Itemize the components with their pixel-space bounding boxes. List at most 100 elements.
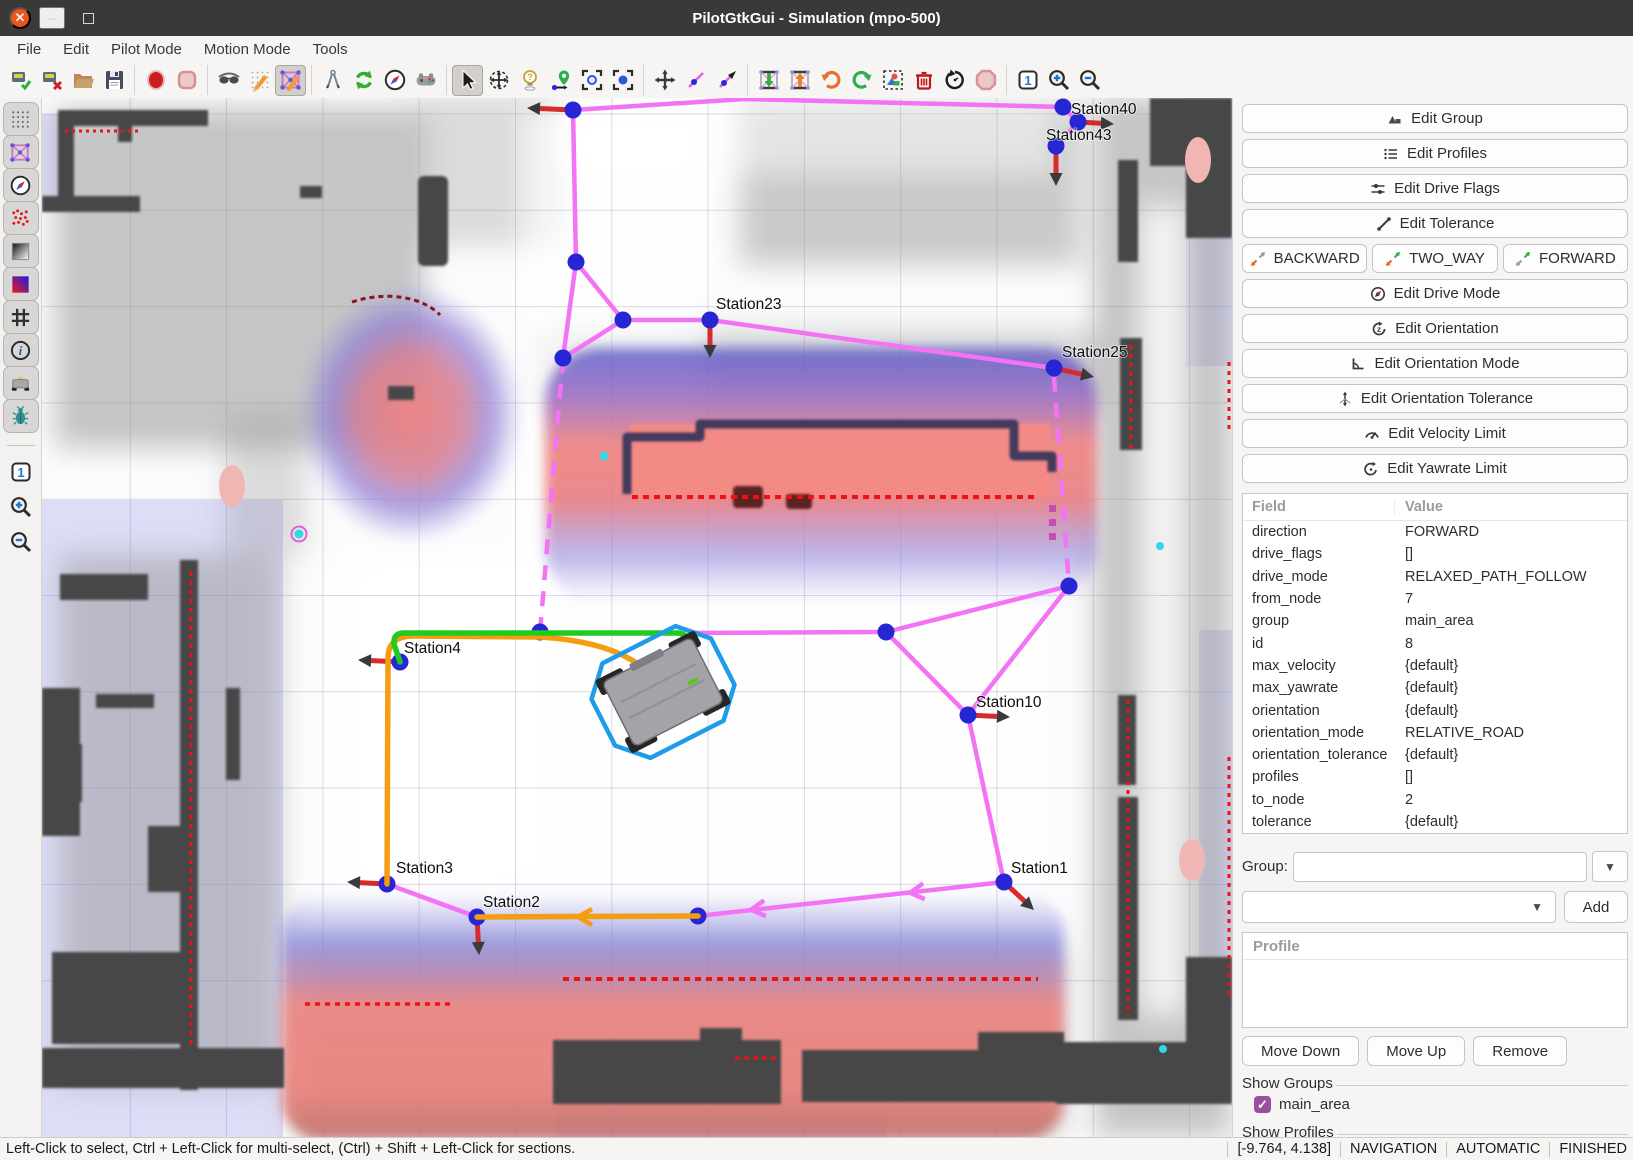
show-debug-icon[interactable] (3, 399, 39, 433)
table-row-to_node[interactable]: to_node2 (1243, 789, 1627, 811)
open-file-icon[interactable] (67, 65, 98, 96)
page-one-icon[interactable]: 1 (1012, 65, 1043, 96)
table-row-orientation_tolerance[interactable]: orientation_tolerance{default} (1243, 744, 1627, 766)
edit-velocity-limit-button[interactable]: Edit Velocity Limit (1242, 419, 1628, 448)
group-input[interactable] (1293, 852, 1587, 882)
localize-icon[interactable] (379, 65, 410, 96)
graph-edge[interactable] (573, 110, 576, 262)
record-stop-icon[interactable] (171, 65, 202, 96)
table-row-max_velocity[interactable]: max_velocity{default} (1243, 655, 1627, 677)
close-icon[interactable]: ✕ (9, 7, 31, 29)
edit-profiles-button[interactable]: Edit Profiles (1242, 139, 1628, 168)
joystick-icon[interactable] (410, 65, 441, 96)
group-dropdown-button[interactable]: ▼ (1592, 851, 1628, 882)
save-file-icon[interactable] (98, 65, 129, 96)
menu-pilot-mode[interactable]: Pilot Mode (100, 39, 193, 60)
table-row-drive_flags[interactable]: drive_flags[] (1243, 543, 1627, 565)
edit-orientation-tolerance-button[interactable]: Edit Orientation Tolerance (1242, 384, 1628, 413)
side-zoom-out-icon[interactable] (3, 525, 39, 559)
station-node-station40[interactable] (1055, 99, 1072, 116)
table-row-tolerance[interactable]: tolerance{default} (1243, 811, 1627, 833)
backward-button[interactable]: BACKWARD (1242, 244, 1367, 273)
graph-node[interactable] (878, 624, 895, 641)
menu-edit[interactable]: Edit (52, 39, 100, 60)
redo-icon[interactable] (846, 65, 877, 96)
show-grid-lines-icon[interactable] (3, 300, 39, 334)
graph-node[interactable] (565, 102, 582, 119)
table-row-group[interactable]: groupmain_area (1243, 610, 1627, 632)
planned-route-orange[interactable] (477, 916, 698, 917)
select-image-icon[interactable] (877, 65, 908, 96)
checkbox-main-area[interactable]: ✓ (1254, 1096, 1271, 1113)
stop-icon[interactable] (970, 65, 1001, 96)
table-row-direction[interactable]: directionFORWARD (1243, 521, 1627, 543)
view-glasses-icon[interactable] (213, 65, 244, 96)
profile-combo[interactable]: ▼ (1242, 891, 1556, 923)
graph-node[interactable] (568, 254, 585, 271)
add-edge-icon[interactable] (680, 65, 711, 96)
edit-orientation-mode-button[interactable]: Edit Orientation Mode (1242, 349, 1628, 378)
two-way-button[interactable]: TWO_WAY (1372, 244, 1497, 273)
edit-orientation-button[interactable]: zEdit Orientation (1242, 314, 1628, 343)
station-node-station25[interactable] (1046, 360, 1063, 377)
table-row-orientation_mode[interactable]: orientation_modeRELATIVE_ROAD (1243, 722, 1627, 744)
station-node-station23[interactable] (702, 312, 719, 329)
side-zoom-in-icon[interactable] (3, 490, 39, 524)
measure-tool-icon[interactable] (317, 65, 348, 96)
map-canvas[interactable]: Station23Station25Station10Station4Stati… (42, 98, 1232, 1137)
disconnect-robot-icon[interactable] (36, 65, 67, 96)
move-node-tool-icon[interactable] (483, 65, 514, 96)
edit-drive-flags-button[interactable]: Edit Drive Flags (1242, 174, 1628, 203)
menu-file[interactable]: File (6, 39, 52, 60)
edge-properties-table[interactable]: Field Value directionFORWARDdrive_flags[… (1242, 493, 1628, 834)
graph-edge[interactable] (690, 632, 886, 633)
graph-node[interactable] (615, 312, 632, 329)
station-node-station1[interactable] (996, 874, 1013, 891)
table-row-from_node[interactable]: from_node7 (1243, 588, 1627, 610)
select-tool-icon[interactable] (452, 65, 483, 96)
show-grid-icon[interactable] (3, 102, 39, 136)
show-graph-icon[interactable] (3, 135, 39, 169)
show-info-icon[interactable]: i (3, 333, 39, 367)
show-costmap-icon[interactable] (3, 267, 39, 301)
edit-tolerance-button[interactable]: Edit Tolerance (1242, 209, 1628, 238)
hint-tool-icon[interactable]: ? (514, 65, 545, 96)
menu-tools[interactable]: Tools (302, 39, 359, 60)
edit-group-button[interactable]: Edit Group (1242, 104, 1628, 133)
move-map-icon[interactable] (649, 65, 680, 96)
minimize-icon[interactable]: – (39, 7, 65, 29)
add-button[interactable]: Add (1564, 891, 1628, 923)
table-row-drive_mode[interactable]: drive_modeRELAXED_PATH_FOLLOW (1243, 566, 1627, 588)
graph-node[interactable] (1061, 578, 1078, 595)
import-graph-icon[interactable] (753, 65, 784, 96)
side-page-one-icon[interactable]: 1 (3, 455, 39, 489)
zoom-in-icon[interactable] (1043, 65, 1074, 96)
add-directed-edge-icon[interactable] (711, 65, 742, 96)
show-localization-icon[interactable] (3, 168, 39, 202)
reset-view-icon[interactable] (939, 65, 970, 96)
table-row-id[interactable]: id8 (1243, 632, 1627, 654)
graph-node[interactable] (555, 350, 572, 367)
table-row-profiles[interactable]: profiles[] (1243, 766, 1627, 788)
forward-button[interactable]: FORWARD (1503, 244, 1628, 273)
goal-tool-icon[interactable] (545, 65, 576, 96)
zoom-out-icon[interactable] (1074, 65, 1105, 96)
menu-motion-mode[interactable]: Motion Mode (193, 39, 302, 60)
show-robot-icon[interactable] (3, 366, 39, 400)
show-map-bw-icon[interactable] (3, 234, 39, 268)
connect-robot-icon[interactable] (5, 65, 36, 96)
undo-icon[interactable] (815, 65, 846, 96)
move-down-button[interactable]: Move Down (1242, 1036, 1359, 1066)
station-node-station10[interactable] (960, 707, 977, 724)
delete-icon[interactable] (908, 65, 939, 96)
remove-button[interactable]: Remove (1473, 1036, 1567, 1066)
record-start-icon[interactable] (140, 65, 171, 96)
move-up-button[interactable]: Move Up (1367, 1036, 1465, 1066)
export-graph-icon[interactable] (784, 65, 815, 96)
edit-yawrate-limit-button[interactable]: Edit Yawrate Limit (1242, 454, 1628, 483)
edit-map-icon[interactable] (244, 65, 275, 96)
show-laser-icon[interactable] (3, 201, 39, 235)
maximize-icon[interactable] (75, 7, 101, 29)
edit-drive-mode-button[interactable]: Edit Drive Mode (1242, 279, 1628, 308)
table-row-max_yawrate[interactable]: max_yawrate{default} (1243, 677, 1627, 699)
